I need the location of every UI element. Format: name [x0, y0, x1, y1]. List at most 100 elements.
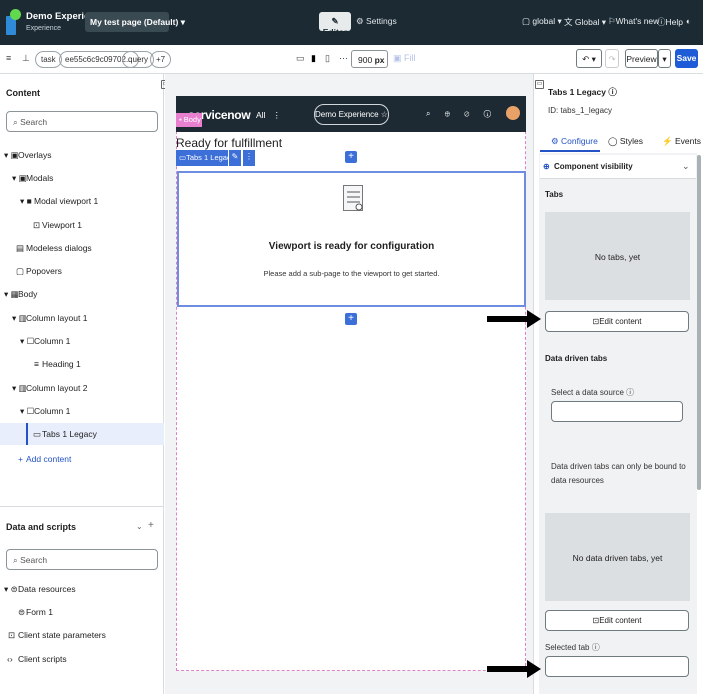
tablet-icon[interactable]: ▮ — [311, 53, 316, 64]
mobile-icon[interactable]: ▯ — [325, 53, 330, 64]
tree-item-column-1[interactable]: ▾ ☐ Column 1 — [0, 330, 164, 352]
link-icon[interactable]: ✎ — [229, 150, 241, 166]
language-label: Global ▾ — [574, 17, 607, 27]
tab-events[interactable]: ⚡ Events — [662, 136, 701, 147]
page-selector[interactable]: My test page (Default) ▾ — [85, 12, 185, 32]
tree-item-body[interactable]: ▾ ▦ Body — [0, 283, 164, 305]
tabs-icon: ▭ — [33, 429, 42, 439]
tree-prefix: ▾ ▣ — [12, 173, 27, 183]
tabs-label: Tabs — [545, 190, 564, 199]
help-link[interactable]: ⓘHelp — [657, 16, 683, 28]
add-below-button[interactable]: + — [345, 313, 357, 325]
data-search-input[interactable]: ⌕ Search — [6, 549, 158, 570]
settings-label: Settings — [365, 16, 397, 26]
tree-item-data-resources[interactable]: ▾ ⊜ Data resources — [0, 578, 164, 600]
tree-item-label: Body — [18, 289, 38, 299]
tabs-component-tag[interactable]: ▭Tabs 1 Legacy — [176, 150, 234, 166]
selected-tab-input[interactable] — [545, 656, 689, 677]
editor-button[interactable]: ✎ Editor — [319, 12, 351, 37]
header-icons[interactable]: ⌕ ⊕ ⊘ ⓘ ♫ — [426, 109, 517, 119]
tree-item-modeless-dialogs[interactable]: ▤ Modeless dialogs — [0, 237, 164, 259]
active-tab-indicator — [540, 150, 600, 152]
tree-item-modals[interactable]: ▾ ▣ Modals — [0, 167, 164, 189]
add-above-button[interactable]: + — [345, 151, 357, 163]
more-icon[interactable]: ⋮ — [243, 150, 255, 166]
language-picker[interactable]: 文 Global ▾ — [564, 16, 606, 28]
contrast-icon[interactable]: ◐ — [686, 16, 691, 26]
viewport-config-icon — [343, 185, 363, 211]
left-panel: Content ▭ ⌕ Search ▾ ▣Overlays ▾ ▣Modals… — [0, 74, 170, 694]
experience-pill[interactable]: Demo Experience ☆ — [314, 104, 389, 125]
preview-button[interactable]: Preview — [625, 49, 658, 68]
add-content-label: Add content — [26, 454, 72, 464]
add-data-icon[interactable]: + — [148, 520, 154, 531]
tree-item-column-layout-2[interactable]: ▾ ▥ Column layout 2 — [0, 377, 164, 399]
body-tag[interactable]: ▪ Body — [176, 113, 202, 127]
undo-button[interactable]: ↶ ▾ — [576, 49, 602, 68]
whats-new-link[interactable]: ⚐What's new — [608, 16, 659, 27]
config-scrollbar[interactable] — [697, 155, 701, 490]
content-search-input[interactable]: ⌕ Search — [6, 111, 158, 132]
panel-divider — [0, 506, 164, 507]
all-menu[interactable]: All ⋮ — [256, 110, 281, 121]
chevron-down-icon[interactable]: ⌄ — [136, 522, 143, 531]
tree-item-column-layout-1[interactable]: ▾ ▥ Column layout 1 — [0, 307, 164, 329]
servicenow-header[interactable]: servicenow All ⋮ Demo Experience ☆ ⌕ ⊕ ⊘… — [176, 96, 526, 132]
tree-prefix: ▾ ⊜ — [4, 584, 18, 594]
tree-prefix: ▾ ☐ — [20, 336, 35, 346]
data-source-input[interactable] — [551, 401, 683, 422]
tree-item-label: Column layout 1 — [26, 313, 88, 323]
tab-configure[interactable]: ⚙ Configure — [551, 136, 598, 147]
tree-item-label: Data resources — [18, 584, 76, 594]
tree-item-form-1[interactable]: ⊜ Form 1 — [0, 601, 164, 623]
redo-button[interactable]: ↷ — [605, 49, 619, 68]
edit-content-button[interactable]: ⊡Edit content — [545, 311, 689, 332]
width-input[interactable]: 900 px — [351, 50, 388, 68]
tree-item-popovers[interactable]: ▢ Popovers — [0, 260, 164, 282]
add-content-link[interactable]: + Add content — [0, 448, 164, 470]
tree-item-overlays[interactable]: ▾ ▣ Overlays — [0, 144, 164, 166]
tree-item-heading-1[interactable]: ≡ Heading 1 — [0, 353, 164, 375]
viewport-component[interactable]: Viewport is ready for configuration Plea… — [177, 171, 526, 307]
data-source-label-text: Select a data source — [551, 388, 624, 397]
tree-item-client-scripts[interactable]: ‹› Client scripts — [0, 648, 164, 670]
app-subtitle: Experience — [26, 25, 62, 32]
tree-item-viewport-1[interactable]: ⊡ Viewport 1 — [0, 214, 164, 236]
viewport-subtitle: Please add a sub-page to the viewport to… — [263, 269, 440, 278]
component-visibility-row[interactable]: ⊕ Component visibility ⌄ — [540, 155, 696, 179]
width-unit: px — [374, 55, 385, 65]
data-driven-tabs-label: Data driven tabs — [545, 354, 608, 363]
tree-item-tabs-1-legacy[interactable]: ▭ Tabs 1 Legacy — [0, 423, 164, 445]
avatar[interactable] — [506, 106, 520, 120]
tab-configure-label: Configure — [560, 136, 598, 146]
tree-item-label: Column 1 — [34, 336, 71, 346]
visibility-icon: ⊕ — [543, 162, 550, 171]
tree-item-modal-viewport-1[interactable]: ▾ ■ Modal viewport 1 — [0, 190, 164, 212]
selected-tab-label-text: Selected tab — [545, 643, 590, 652]
menu-icon[interactable]: ≡ — [6, 53, 11, 63]
chevron-down-icon: ▾ — [180, 17, 185, 27]
record-icon[interactable]: ⊥ — [22, 53, 30, 64]
chip-more[interactable]: +7 — [150, 51, 172, 68]
settings-link[interactable]: ⚙ Settings — [356, 16, 397, 27]
collapse-config-icon[interactable]: ▭ — [535, 80, 544, 89]
chip-task[interactable]: task — [35, 51, 62, 68]
parameters-icon: ⊡ — [8, 630, 16, 640]
save-button[interactable]: Save — [675, 49, 698, 68]
tree-item-label: Tabs 1 Legacy — [42, 429, 97, 439]
tab-styles[interactable]: ◯ Styles — [608, 136, 643, 147]
scope-picker[interactable]: ▢ global ▾ — [522, 16, 562, 27]
fill-toggle[interactable]: ▣ Fill — [393, 53, 416, 64]
tree-prefix: ▾ ■ — [20, 196, 32, 206]
tabs-tag-label: Tabs 1 Legacy — [186, 153, 235, 162]
edit-content-button-2[interactable]: ⊡Edit content — [545, 610, 689, 631]
tree-item-column-1-b[interactable]: ▾ ☐ Column 1 — [0, 400, 164, 422]
tree-item-label: Popovers — [26, 266, 62, 276]
tab-events-label: Events — [674, 136, 701, 146]
tree-item-client-state-parameters[interactable]: ⊡ Client state parameters — [0, 624, 164, 646]
tree-item-label: Client scripts — [18, 654, 67, 664]
width-value: 900 — [358, 55, 373, 65]
preview-menu-button[interactable]: ▾ — [658, 49, 671, 68]
tree-item-label: Form 1 — [26, 607, 53, 617]
desktop-icon[interactable]: ▭ — [296, 53, 305, 64]
